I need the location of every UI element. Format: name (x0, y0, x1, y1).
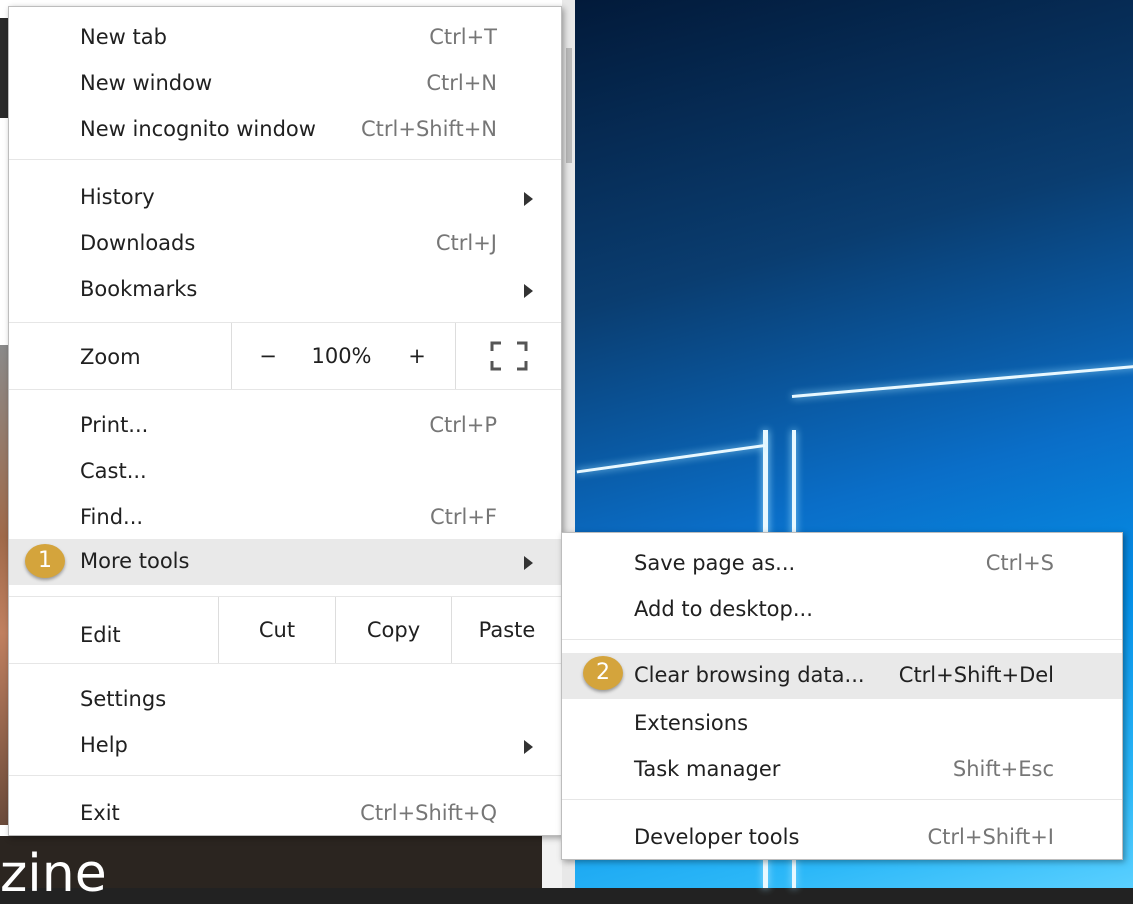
shortcut: Ctrl+Shift+N (361, 117, 497, 141)
menu-item-save-page-as[interactable]: Save page as... Ctrl+S (562, 541, 1122, 587)
menu-item-bookmarks[interactable]: Bookmarks (9, 267, 561, 313)
zoom-row: Zoom − 100% + (9, 323, 561, 389)
label: Task manager (634, 757, 781, 781)
menu-item-downloads[interactable]: Downloads Ctrl+J (9, 221, 561, 267)
menu-item-extensions[interactable]: Extensions (562, 701, 1122, 747)
label: New incognito window (80, 117, 316, 141)
submenu-arrow-icon (524, 192, 533, 206)
step-badge: 1 (25, 544, 65, 578)
menu-item-new-tab[interactable]: New tab Ctrl+T (9, 15, 561, 61)
separator (9, 775, 561, 776)
label: New window (80, 71, 213, 95)
separator (9, 663, 561, 664)
shortcut: Ctrl+J (435, 231, 497, 255)
label: Developer tools (634, 825, 800, 849)
paste-button[interactable]: Paste (451, 597, 562, 663)
shortcut: Ctrl+P (429, 413, 497, 437)
fullscreen-button[interactable] (455, 323, 562, 389)
shortcut: Ctrl+F (429, 505, 497, 529)
zoom-out-button[interactable]: − (231, 323, 304, 389)
label: Cast... (80, 459, 147, 483)
shortcut: Ctrl+Shift+Q (360, 801, 497, 825)
shortcut: Ctrl+T (429, 25, 497, 49)
menu-item-history[interactable]: History (9, 175, 561, 221)
more-tools-submenu: Save page as... Ctrl+S Add to desktop... … (561, 532, 1123, 860)
scrollbar-thumb[interactable] (566, 48, 572, 163)
shortcut: Ctrl+S (985, 551, 1054, 575)
label: Add to desktop... (634, 597, 813, 621)
label: New tab (80, 25, 167, 49)
wallpaper-light-beam (576, 444, 766, 474)
menu-item-add-to-desktop[interactable]: Add to desktop... (562, 587, 1122, 633)
menu-item-clear-browsing-data[interactable]: 2 Clear browsing data... Ctrl+Shift+Del (562, 653, 1122, 699)
separator (9, 389, 561, 390)
zoom-level: 100% (311, 344, 372, 368)
label: Help (80, 733, 128, 757)
label: Save page as... (634, 551, 796, 575)
menu-item-more-tools[interactable]: 1 More tools (9, 539, 561, 585)
label: Extensions (634, 711, 749, 735)
zoom-label: Zoom (80, 345, 141, 369)
separator (562, 639, 1122, 640)
menu-item-cast[interactable]: Cast... (9, 449, 561, 495)
webpage-headline: zine (0, 844, 107, 904)
submenu-arrow-icon (524, 740, 533, 754)
menu-item-exit[interactable]: Exit Ctrl+Shift+Q (9, 791, 561, 837)
fullscreen-icon (490, 341, 528, 371)
shortcut: Shift+Esc (952, 757, 1054, 781)
edit-row: Edit Cut Copy Paste (9, 597, 561, 663)
edit-label: Edit (80, 623, 121, 647)
menu-item-find[interactable]: Find... Ctrl+F (9, 495, 561, 541)
label: Exit (80, 801, 120, 825)
menu-item-new-window[interactable]: New window Ctrl+N (9, 61, 561, 107)
label: History (80, 185, 155, 209)
copy-button[interactable]: Copy (335, 597, 451, 663)
submenu-arrow-icon (524, 556, 533, 570)
menu-item-print[interactable]: Print... Ctrl+P (9, 403, 561, 449)
submenu-arrow-icon (524, 284, 533, 298)
label: Bookmarks (80, 277, 198, 301)
separator (562, 799, 1122, 800)
wallpaper-light-beam (791, 363, 1133, 398)
cut-button[interactable]: Cut (218, 597, 335, 663)
label: Downloads (80, 231, 196, 255)
label: Clear browsing data... (634, 663, 865, 687)
label: Find... (80, 505, 144, 529)
label: More tools (80, 549, 190, 573)
step-badge: 2 (583, 656, 623, 690)
label: Print... (80, 413, 149, 437)
shortcut: Ctrl+N (426, 71, 497, 95)
menu-item-developer-tools[interactable]: Developer tools Ctrl+Shift+I (562, 815, 1122, 861)
chrome-main-menu: New tab Ctrl+T New window Ctrl+N New incog… (8, 6, 562, 836)
menu-item-settings[interactable]: Settings (9, 677, 561, 723)
menu-item-help[interactable]: Help (9, 723, 561, 769)
menu-item-task-manager[interactable]: Task manager Shift+Esc (562, 747, 1122, 793)
separator (9, 159, 561, 160)
menu-item-new-incognito-window[interactable]: New incognito window Ctrl+Shift+N (9, 107, 561, 153)
zoom-in-button[interactable]: + (379, 323, 455, 389)
shortcut: Ctrl+Shift+Del (898, 663, 1054, 687)
label: Settings (80, 687, 167, 711)
shortcut: Ctrl+Shift+I (927, 825, 1054, 849)
